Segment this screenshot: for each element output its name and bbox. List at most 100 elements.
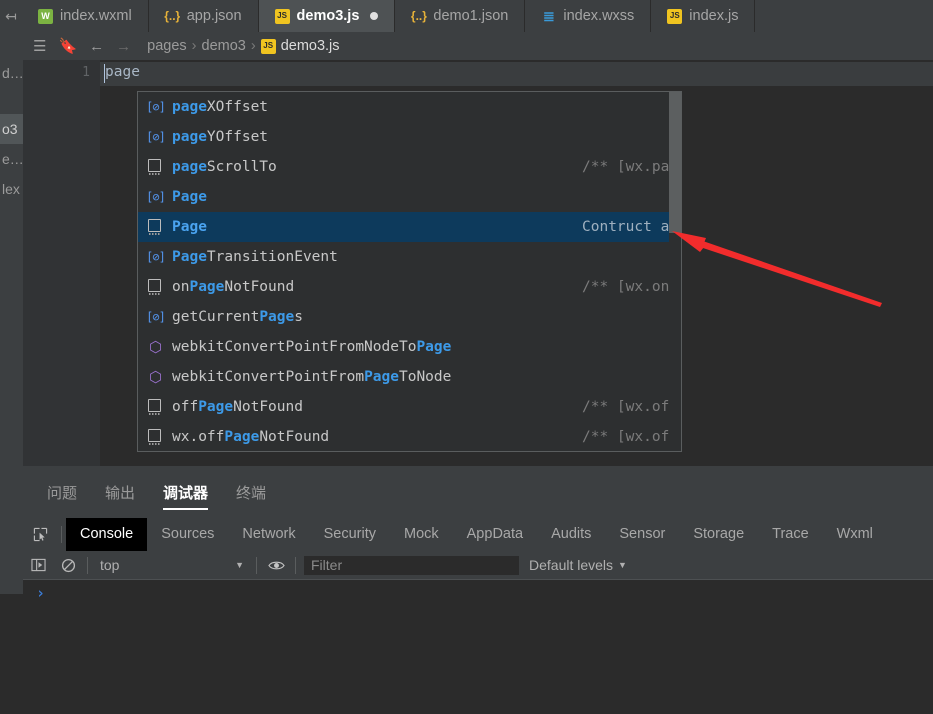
autocomplete-item[interactable]: onPageNotFound /** [wx.onPageNotFound(fu… bbox=[138, 272, 681, 302]
chevron-down-icon: ▼ bbox=[618, 560, 627, 570]
sidebar-item-0[interactable]: d… bbox=[0, 58, 23, 88]
autocomplete-item-label: pageYOffset bbox=[172, 129, 269, 145]
global-variable-icon: [⊘] bbox=[146, 190, 166, 204]
autocomplete-item[interactable]: ⬡ webkitConvertPointFromPageToNode bbox=[138, 362, 681, 392]
devtools-tab-console[interactable]: Console bbox=[66, 518, 148, 551]
autocomplete-item-label: offPageNotFound bbox=[172, 399, 303, 415]
autocomplete-item-label: Page bbox=[172, 189, 207, 205]
autocomplete-item[interactable]: [⊘] PageTransitionEvent bbox=[138, 242, 681, 272]
console-context-selector[interactable]: top ▼ bbox=[92, 557, 252, 573]
list-icon[interactable]: ☰ bbox=[33, 37, 46, 55]
tab-label: demo1.json bbox=[433, 8, 509, 24]
console-sidebar-icon[interactable] bbox=[23, 558, 53, 572]
toolbar-divider bbox=[256, 556, 257, 574]
bottom-tab-problems[interactable]: 问题 bbox=[47, 482, 77, 510]
autocomplete-item[interactable]: offPageNotFound /** [wx.offPageNotFound(f… bbox=[138, 392, 681, 422]
editor-gutter: 1 bbox=[23, 60, 100, 466]
arrow-right-icon[interactable]: → bbox=[116, 38, 131, 55]
file-explorer-sidebar[interactable]: d… o3 e… lex bbox=[0, 32, 23, 594]
sidebar-item-demo3[interactable]: o3 bbox=[0, 114, 23, 144]
devtools-tab-appdata[interactable]: AppData bbox=[453, 518, 537, 551]
devtools-tab-audits[interactable]: Audits bbox=[537, 518, 605, 551]
inspect-element-glyph bbox=[33, 527, 47, 542]
tab-demo1-json[interactable]: {..} demo1.json bbox=[395, 0, 526, 32]
autocomplete-item-label: pageXOffset bbox=[172, 99, 269, 115]
autocomplete-item-doc: /** [wx.offPageNotFound(f… bbox=[582, 429, 681, 445]
json-file-icon: {..} bbox=[164, 9, 181, 23]
global-variable-icon: [⊘] bbox=[146, 310, 166, 324]
autocomplete-item-label: getCurrentPages bbox=[172, 309, 303, 325]
autocomplete-scrollbar-thumb[interactable] bbox=[669, 92, 681, 233]
sidebar-footer-block bbox=[0, 560, 23, 594]
breadcrumb-separator-icon: › bbox=[250, 38, 256, 54]
sidebar-item-2[interactable]: e… bbox=[0, 144, 23, 174]
code-line-text[interactable]: page bbox=[105, 64, 140, 80]
autocomplete-item[interactable]: ⬡ webkitConvertPointFromNodeToPage bbox=[138, 332, 681, 362]
tab-overflow-left-icon[interactable]: ↤ bbox=[0, 0, 22, 32]
unsaved-changes-dot-icon bbox=[370, 12, 379, 20]
line-number: 1 bbox=[82, 65, 90, 80]
inspect-element-icon[interactable] bbox=[23, 527, 57, 542]
clear-console-glyph bbox=[61, 558, 75, 572]
tab-index-wxml[interactable]: W index.wxml bbox=[22, 0, 149, 32]
devtools-tab-network[interactable]: Network bbox=[228, 518, 309, 551]
autocomplete-item-doc: /** [wx.pageScrollTo(Obje… bbox=[582, 159, 681, 175]
autocomplete-item[interactable]: [⊘] Page bbox=[138, 182, 681, 212]
toolbar-divider bbox=[87, 556, 88, 574]
console-prompt-icon: › bbox=[36, 584, 46, 602]
console-filter-input[interactable]: Filter bbox=[304, 555, 519, 575]
method-icon bbox=[147, 398, 164, 416]
tab-label: index.wxml bbox=[60, 8, 132, 24]
console-output-area[interactable]: › bbox=[23, 580, 933, 714]
toolbar-divider bbox=[295, 556, 296, 574]
sidebar-item-index[interactable]: lex bbox=[0, 174, 23, 204]
bottom-tab-terminal[interactable]: 终端 bbox=[236, 482, 266, 510]
clear-console-icon[interactable] bbox=[53, 558, 83, 573]
autocomplete-item[interactable]: pageScrollTo /** [wx.pageScrollTo(Obje… bbox=[138, 152, 681, 182]
sidebar-bottom-strip bbox=[0, 594, 23, 714]
console-levels-selector[interactable]: Default levels ▼ bbox=[529, 557, 627, 573]
tab-label: index.js bbox=[689, 8, 739, 24]
autocomplete-item[interactable]: [⊘] getCurrentPages bbox=[138, 302, 681, 332]
bottom-panel-tabs: 问题 输出 调试器 终端 bbox=[23, 482, 933, 518]
devtools-tab-sensor[interactable]: Sensor bbox=[605, 518, 679, 551]
json-file-icon: {..} bbox=[410, 9, 427, 23]
autocomplete-list[interactable]: [⊘] pageXOffset [⊘] pageYOffset pageScrollTo… bbox=[138, 92, 681, 451]
console-context-value: top bbox=[100, 557, 120, 573]
autocomplete-item-doc: /** [wx.onPageNotFound(fu… bbox=[582, 279, 681, 295]
devtools-tab-trace[interactable]: Trace bbox=[758, 518, 823, 551]
autocomplete-item[interactable]: [⊘] pageYOffset bbox=[138, 122, 681, 152]
tab-app-json[interactable]: {..} app.json bbox=[148, 0, 259, 32]
breadcrumb-separator-icon: › bbox=[191, 38, 197, 54]
devtools-tab-storage[interactable]: Storage bbox=[679, 518, 758, 551]
breadcrumb-segment-file[interactable]: demo3.js bbox=[281, 38, 340, 54]
console-toolbar: top ▼ Filter Default levels ▼ bbox=[23, 551, 933, 580]
bottom-tab-debugger[interactable]: 调试器 bbox=[163, 482, 209, 510]
breadcrumb-segment-demo3[interactable]: demo3 bbox=[202, 38, 246, 54]
chevron-down-icon: ▼ bbox=[235, 560, 244, 570]
devtools-tabs: Console Sources Network Security Mock AppData… bbox=[66, 518, 887, 551]
devtools-tab-bar: Console Sources Network Security Mock AppData… bbox=[23, 518, 933, 552]
devtools-tab-mock[interactable]: Mock bbox=[390, 518, 453, 551]
tab-demo3-js[interactable]: JS demo3.js bbox=[258, 0, 396, 32]
autocomplete-item[interactable]: wx.offPageNotFound /** [wx.offPageNotFoun… bbox=[138, 422, 681, 451]
devtools-tab-security[interactable]: Security bbox=[310, 518, 390, 551]
autocomplete-popup[interactable]: [⊘] pageXOffset [⊘] pageYOffset pageScrollTo… bbox=[137, 91, 682, 452]
class-icon: ⬡ bbox=[148, 367, 163, 386]
arrow-left-icon[interactable]: ← bbox=[89, 38, 104, 55]
bottom-tab-output[interactable]: 输出 bbox=[105, 482, 135, 510]
devtools-tab-sources[interactable]: Sources bbox=[147, 518, 228, 551]
editor-tab-bar: ↤ W index.wxml {..} app.json JS demo3.js… bbox=[0, 0, 933, 32]
tab-label: demo3.js bbox=[296, 8, 360, 24]
autocomplete-item[interactable]: [⊘] pageXOffset bbox=[138, 92, 681, 122]
bookmark-icon[interactable]: 🔖 bbox=[58, 37, 77, 55]
devtools-tab-wxml[interactable]: Wxml bbox=[823, 518, 887, 551]
breadcrumb-segment-pages[interactable]: pages bbox=[147, 38, 187, 54]
tab-index-wxss[interactable]: ≣ index.wxss bbox=[525, 0, 652, 32]
autocomplete-item[interactable]: Page Contruct a Page instance.… bbox=[138, 212, 681, 242]
autocomplete-item-label: webkitConvertPointFromPageToNode bbox=[172, 369, 452, 385]
tab-index-js[interactable]: JS index.js bbox=[651, 0, 756, 32]
autocomplete-scrollbar[interactable] bbox=[669, 92, 681, 451]
wxss-file-icon: ≣ bbox=[543, 8, 555, 24]
live-expression-icon[interactable] bbox=[261, 559, 291, 572]
